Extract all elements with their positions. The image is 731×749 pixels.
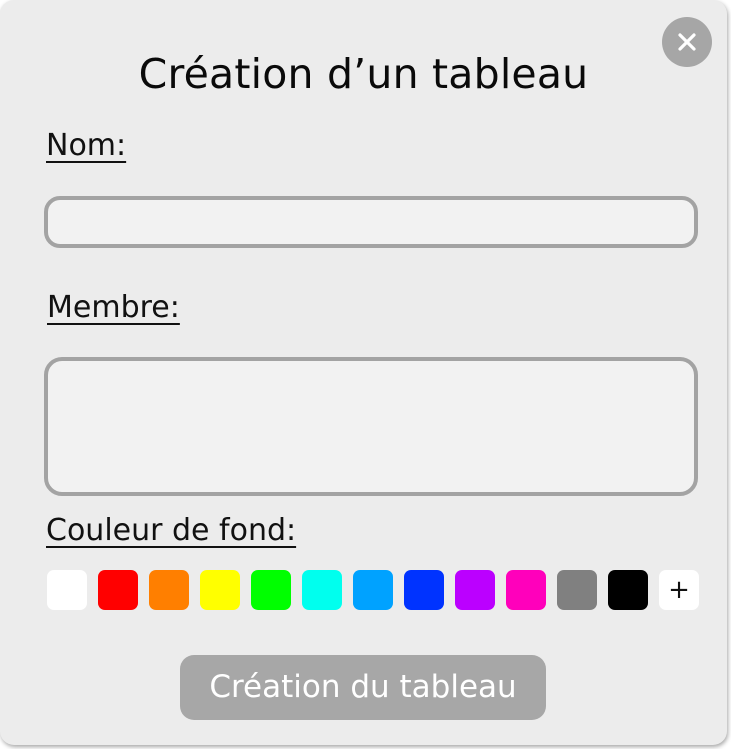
color-swatch-black[interactable] [608, 570, 648, 610]
members-input[interactable] [44, 357, 698, 496]
create-board-dialog: Création d’un tableau Nom: Membre: Coule… [0, 0, 727, 745]
color-swatch-light-blue[interactable] [353, 570, 393, 610]
members-label: Membre: [47, 290, 180, 325]
add-color-button[interactable]: + [659, 570, 699, 610]
name-label: Nom: [46, 128, 127, 163]
color-swatch-gray[interactable] [557, 570, 597, 610]
color-swatch-red[interactable] [98, 570, 138, 610]
color-swatch-orange[interactable] [149, 570, 189, 610]
create-board-button[interactable]: Création du tableau [180, 655, 546, 720]
dialog-title: Création d’un tableau [138, 50, 589, 98]
background-color-label: Couleur de fond: [46, 513, 297, 548]
color-swatch-pink[interactable] [506, 570, 546, 610]
color-swatch-yellow[interactable] [200, 570, 240, 610]
color-swatch-green[interactable] [251, 570, 291, 610]
color-swatch-purple[interactable] [455, 570, 495, 610]
color-swatch-cyan[interactable] [302, 570, 342, 610]
name-input[interactable] [44, 196, 698, 248]
color-swatch-blue[interactable] [404, 570, 444, 610]
color-swatch-white[interactable] [47, 570, 87, 610]
